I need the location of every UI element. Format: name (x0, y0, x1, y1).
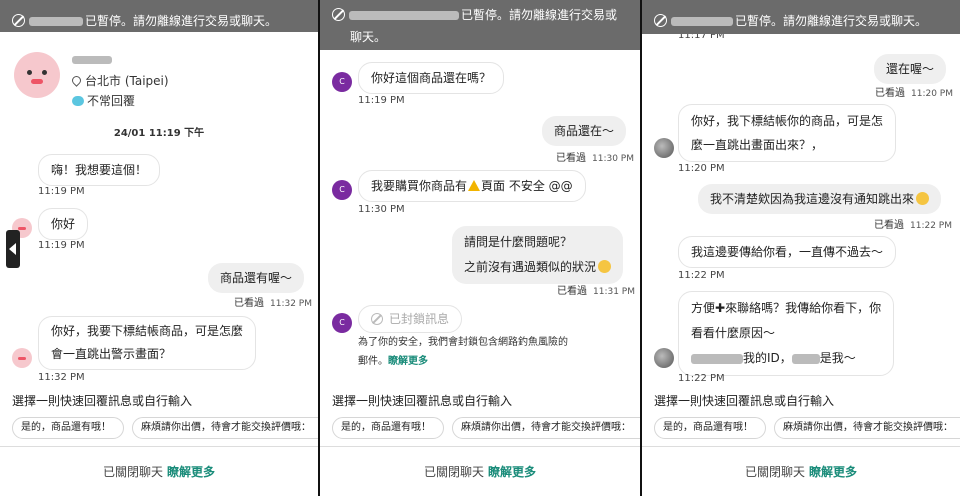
read-receipt: 已看過 11:20 PM (875, 88, 953, 99)
user-avatar[interactable] (12, 348, 32, 368)
message-time: 11:20 PM (678, 163, 725, 174)
profile-reply-status: 不常回覆 (72, 92, 135, 109)
quick-reply-chip[interactable]: 是的，商品還有哦！ (12, 417, 124, 439)
smile-emoji-icon (598, 260, 612, 273)
quick-reply-chip[interactable]: 麻煩請你出價，待會才能交換評價哦： (774, 417, 960, 439)
message-time: 11:30 PM (358, 204, 405, 215)
redacted-username (29, 17, 83, 26)
message-bubble-incoming: 你好這個商品還在嗎？ (358, 62, 505, 94)
message-time: 11:32 PM (38, 372, 85, 383)
message-time: 11:22 PM (678, 270, 725, 281)
chat-closed-footer: 已關閉聊天 瞭解更多 (320, 446, 640, 496)
learn-more-link[interactable]: 瞭解更多 (809, 465, 857, 479)
learn-more-link[interactable]: 瞭解更多 (488, 465, 536, 479)
message-time: 11:19 PM (358, 95, 405, 106)
date-divider: 24/01 11:19 下午 (113, 128, 205, 139)
quick-reply-title: 選擇一則快速回覆訊息或自行輸入 (654, 394, 835, 408)
blocked-icon (12, 14, 25, 27)
chat-panel-2: 已暫停。請勿離線進行交易或 聊天。 C 你好這個商品還在嗎？ 11:19 PM … (320, 0, 640, 496)
redacted-username (671, 17, 733, 26)
quick-reply-title: 選擇一則快速回覆訊息或自行輸入 (332, 394, 513, 408)
chat-bubble-icon (72, 96, 84, 106)
read-receipt: 已看過 11:32 PM (234, 298, 312, 309)
learn-more-link[interactable]: 瞭解更多 (167, 465, 215, 479)
chat-panel-1: 已暫停。請勿離線進行交易或聊天。 台北市 (Taipei) 不常回覆 24/01… (0, 0, 318, 496)
learn-more-link[interactable]: 瞭解更多 (388, 356, 428, 367)
blocked-icon (332, 8, 345, 21)
blocked-icon (654, 14, 667, 27)
profile-avatar[interactable] (14, 52, 60, 98)
message-bubble-incoming: 我這邊要傳給你看，一直傳不過去～ (678, 236, 897, 268)
quick-reply-title: 選擇一則快速回覆訊息或自行輸入 (12, 394, 193, 408)
chat-paused-banner: 已暫停。請勿離線進行交易或 聊天。 (320, 0, 640, 50)
message-bubble-incoming: 你好 (38, 208, 89, 240)
blocked-icon (371, 313, 383, 325)
message-bubble-incoming: 你好，我下標結帳你的商品，可是怎 麼一直跳出畫面出來？， (678, 104, 897, 162)
blocked-message: 已封鎖訊息 (358, 305, 463, 333)
message-bubble-outgoing: 還在喔～ (874, 54, 947, 84)
read-receipt: 已看過 11:22 PM (874, 220, 952, 231)
message-bubble-outgoing: 商品還在～ (542, 116, 627, 146)
quick-reply-chip[interactable]: 是的，商品還有哦！ (332, 417, 444, 439)
quick-reply-chip[interactable]: 麻煩請你出價，待會才能交換評價哦： (132, 417, 318, 439)
plus-icon: ✚ (715, 301, 726, 315)
user-avatar[interactable] (654, 138, 674, 158)
quick-reply-chip[interactable]: 是的，商品還有哦！ (654, 417, 766, 439)
message-time: 11:22 PM (678, 373, 725, 384)
message-bubble-outgoing: 請問是什麼問題呢？ 之前沒有遇過類似的狀況 (452, 226, 624, 284)
message-bubble-incoming: 你好，我要下標結帳商品，可是怎麼 會一直跳出警示畫面？ (38, 316, 257, 370)
user-avatar[interactable]: C (332, 180, 352, 200)
chat-closed-footer: 已關閉聊天 瞭解更多 (0, 446, 318, 496)
message-time: 11:19 PM (38, 240, 85, 251)
message-bubble-outgoing: 商品還有喔～ (208, 263, 305, 293)
chat-panel-3: 11:17 PM 已暫停。請勿離線進行交易或聊天。 還在喔～ 已看過 11:20 … (642, 0, 960, 496)
chat-paused-banner: 已暫停。請勿離線進行交易或聊天。 (642, 0, 960, 34)
smile-emoji-icon (916, 192, 930, 205)
message-bubble-incoming: 嗨！我想要這個！ (38, 154, 161, 186)
user-avatar[interactable] (654, 348, 674, 368)
message-bubble-incoming: 方便✚來聯絡嗎？我傳給你看下，你 看看什麼原因～ 我的ID， 是我～ (678, 291, 895, 376)
blocked-notice: 為了你的安全，我們會封鎖包含網路釣魚風險的 郵件。瞭解更多 (358, 337, 568, 367)
message-bubble-incoming: 我要購買你商品有 頁面 不安全 @@ (358, 170, 586, 202)
chat-paused-banner: 已暫停。請勿離線進行交易或聊天。 (0, 0, 318, 32)
redacted-contact (791, 353, 820, 364)
quick-reply-chip[interactable]: 麻煩請你出價，待會才能交換評價哦： (452, 417, 640, 439)
warning-icon (468, 180, 481, 191)
message-bubble-outgoing: 我不清楚欸因為我這邊沒有通知跳出來 (698, 184, 942, 214)
message-time: 11:19 PM (38, 186, 85, 197)
redacted-contact (691, 353, 743, 364)
read-receipt: 已看過 11:31 PM (557, 286, 635, 297)
collapse-left-icon[interactable] (6, 230, 20, 268)
location-pin-icon (70, 74, 83, 87)
user-avatar[interactable]: C (332, 313, 352, 333)
read-receipt: 已看過 11:30 PM (556, 153, 634, 164)
chat-closed-footer: 已關閉聊天 瞭解更多 (642, 446, 960, 496)
redacted-username (349, 11, 459, 20)
profile-location: 台北市 (Taipei) (70, 72, 169, 89)
user-avatar[interactable]: C (332, 72, 352, 92)
redacted-profile-name (72, 56, 112, 64)
